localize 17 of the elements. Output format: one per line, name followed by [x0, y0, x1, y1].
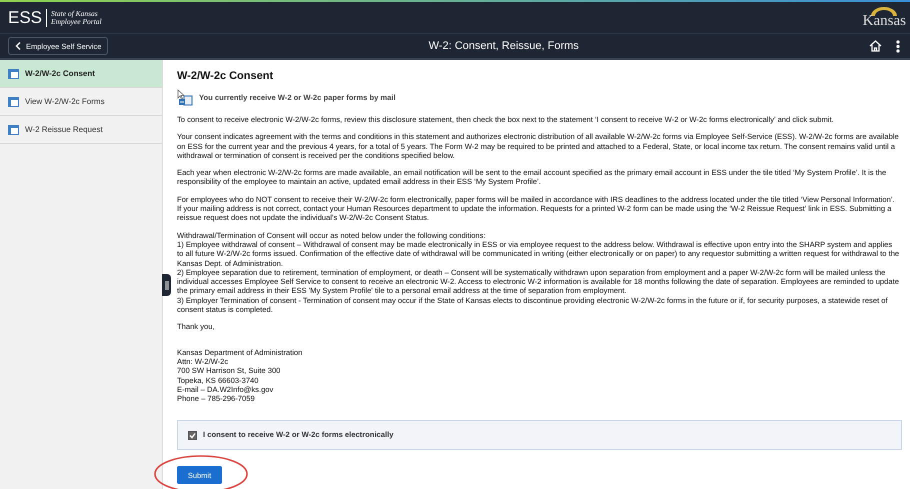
collapse-handle[interactable] — [162, 274, 171, 296]
sidebar-item[interactable]: W-2/W-2c Consent — [0, 60, 162, 88]
sunrise-icon — [869, 6, 900, 16]
more-icon[interactable] — [896, 40, 900, 52]
section-heading: W-2/W-2c Consent — [177, 69, 274, 83]
home-icon[interactable] — [869, 40, 882, 52]
ess-logo: ESS — [8, 8, 48, 26]
page-icon — [8, 96, 19, 106]
kansas-logo: Kansas — [862, 12, 906, 30]
chevron-left-icon — [15, 42, 21, 50]
page-title: W-2: Consent, Reissue, Forms — [428, 40, 580, 52]
consent-checkbox[interactable] — [188, 430, 197, 440]
sidebar-item[interactable]: W-2 Reissue Request — [0, 116, 162, 144]
document-transfer-icon — [177, 89, 194, 106]
page-icon — [8, 124, 19, 134]
page-icon — [8, 68, 19, 78]
sidebar-item[interactable]: View W-2/W-2c Forms — [0, 88, 162, 116]
